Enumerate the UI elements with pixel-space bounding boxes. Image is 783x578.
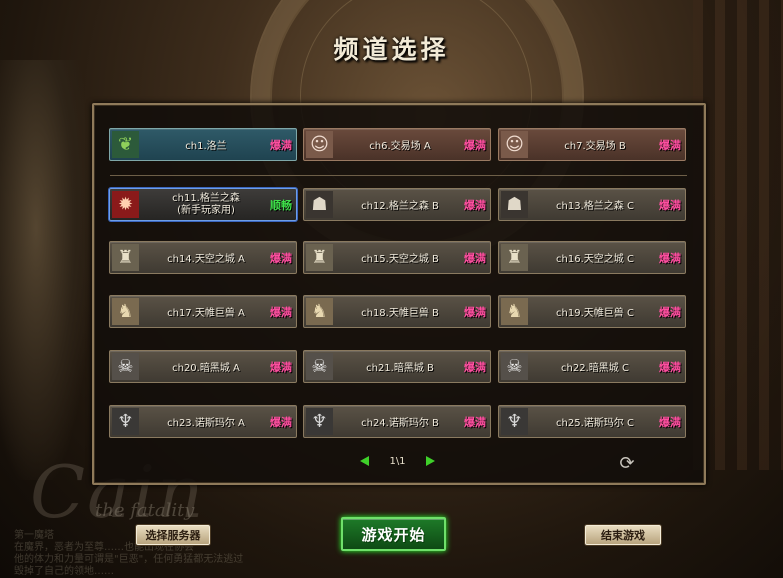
channel-status: 爆满	[659, 360, 681, 374]
background-figure	[0, 60, 90, 480]
demon-icon: ☠	[112, 353, 139, 380]
channel-name: ch23.诺斯玛尔 A	[167, 418, 245, 429]
background-curtain	[693, 0, 783, 470]
channel-name: ch11.格兰之森 (新手玩家用)	[150, 189, 262, 220]
exit-game-button[interactable]: 结束游戏	[585, 525, 661, 545]
channel-status: 爆满	[464, 360, 486, 374]
channel-status: 爆满	[464, 138, 486, 152]
channel-divider	[110, 175, 687, 176]
channel-name: ch20.暗黑城 A	[172, 363, 240, 374]
demon-icon: ☠	[501, 353, 528, 380]
channel-button[interactable]: ♞ ch18.天帷巨兽 B 爆满	[303, 295, 491, 328]
reaper-icon: ♆	[501, 408, 528, 435]
channel-status: 顺畅	[270, 198, 292, 212]
golem-icon: ♜	[306, 244, 333, 271]
channel-name: ch17.天帷巨兽 A	[167, 308, 245, 319]
beast-icon: ☗	[501, 191, 528, 218]
demon-icon: ☠	[306, 353, 333, 380]
giant-beast-icon: ♞	[306, 298, 333, 325]
channel-name: ch22.暗黑城 C	[561, 363, 629, 374]
channel-button[interactable]: ☺ ch7.交易场 B 爆满	[498, 128, 686, 161]
channel-status: 爆满	[659, 415, 681, 429]
channel-name: ch6.交易场 A	[369, 141, 431, 152]
channel-button[interactable]: ☠ ch21.暗黑城 B 爆满	[303, 350, 491, 383]
giant-beast-icon: ♞	[501, 298, 528, 325]
channel-name: ch16.天空之城 C	[556, 254, 634, 265]
channel-button[interactable]: ❦ ch1.洛兰 爆满	[109, 128, 297, 161]
channel-name: ch15.天空之城 B	[361, 254, 439, 265]
channel-button[interactable]: ♜ ch14.天空之城 A 爆满	[109, 241, 297, 274]
pager: 1\1	[360, 453, 435, 469]
refresh-icon[interactable]: ⟳	[618, 455, 636, 473]
channel-name: ch24.诺斯玛尔 B	[361, 418, 439, 429]
channel-status: 爆满	[464, 198, 486, 212]
prev-page-arrow-icon[interactable]	[360, 456, 369, 466]
merchant-icon: ☺	[501, 131, 528, 158]
channel-name: ch13.格兰之森 C	[556, 201, 634, 212]
channel-status: 爆满	[659, 251, 681, 265]
server-select-button[interactable]: 选择服务器	[136, 525, 210, 545]
channel-button[interactable]: ♜ ch16.天空之城 C 爆满	[498, 241, 686, 274]
channel-status: 爆满	[270, 251, 292, 265]
channel-button[interactable]: ✹ ch11.格兰之森 (新手玩家用) 顺畅	[109, 188, 297, 221]
channel-status: 爆满	[659, 305, 681, 319]
channel-name: ch18.天帷巨兽 B	[361, 308, 439, 319]
golem-icon: ♜	[501, 244, 528, 271]
channel-button[interactable]: ☗ ch13.格兰之森 C 爆满	[498, 188, 686, 221]
channel-button[interactable]: ♞ ch17.天帷巨兽 A 爆满	[109, 295, 297, 328]
channel-name: ch7.交易场 B	[564, 141, 626, 152]
channel-button[interactable]: ☺ ch6.交易场 A 爆满	[303, 128, 491, 161]
channel-name: ch12.格兰之森 B	[361, 201, 439, 212]
channel-name: ch19.天帷巨兽 C	[556, 308, 634, 319]
channel-name-line2: (新手玩家用)	[177, 204, 235, 216]
beast-icon: ☗	[306, 191, 333, 218]
channel-name: ch1.洛兰	[185, 141, 227, 152]
giant-beast-icon: ♞	[112, 298, 139, 325]
red-creature-icon: ✹	[112, 191, 139, 218]
channel-status: 爆满	[270, 415, 292, 429]
golem-icon: ♜	[112, 244, 139, 271]
channel-name: ch25.诺斯玛尔 C	[556, 418, 634, 429]
channel-button[interactable]: ♆ ch24.诺斯玛尔 B 爆满	[303, 405, 491, 438]
channel-name: ch14.天空之城 A	[167, 254, 245, 265]
channel-button[interactable]: ☗ ch12.格兰之森 B 爆满	[303, 188, 491, 221]
channel-status: 爆满	[270, 305, 292, 319]
leaf-icon: ❦	[112, 131, 139, 158]
background-logo-subtitle: the fatality	[95, 500, 195, 521]
channel-button[interactable]: ♞ ch19.天帷巨兽 C 爆满	[498, 295, 686, 328]
channel-status: 爆满	[659, 138, 681, 152]
next-page-arrow-icon[interactable]	[426, 456, 435, 466]
channel-name: ch21.暗黑城 B	[366, 363, 434, 374]
start-game-button[interactable]: 游戏开始	[341, 517, 446, 551]
channel-status: 爆满	[464, 251, 486, 265]
channel-button[interactable]: ☠ ch22.暗黑城 C 爆满	[498, 350, 686, 383]
reaper-icon: ♆	[306, 408, 333, 435]
channel-status: 爆满	[464, 305, 486, 319]
reaper-icon: ♆	[112, 408, 139, 435]
channel-status: 爆满	[464, 415, 486, 429]
channel-button[interactable]: ♆ ch23.诺斯玛尔 A 爆满	[109, 405, 297, 438]
channel-status: 爆满	[270, 360, 292, 374]
page-title: 频道选择	[333, 35, 450, 64]
channel-button[interactable]: ☠ ch20.暗黑城 A 爆满	[109, 350, 297, 383]
merchant-icon: ☺	[306, 131, 333, 158]
channel-button[interactable]: ♜ ch15.天空之城 B 爆满	[303, 241, 491, 274]
page-indicator: 1\1	[389, 455, 406, 467]
channel-button[interactable]: ♆ ch25.诺斯玛尔 C 爆满	[498, 405, 686, 438]
channel-status: 爆满	[270, 138, 292, 152]
channel-name-line1: ch11.格兰之森	[172, 192, 240, 204]
channel-status: 爆满	[659, 198, 681, 212]
